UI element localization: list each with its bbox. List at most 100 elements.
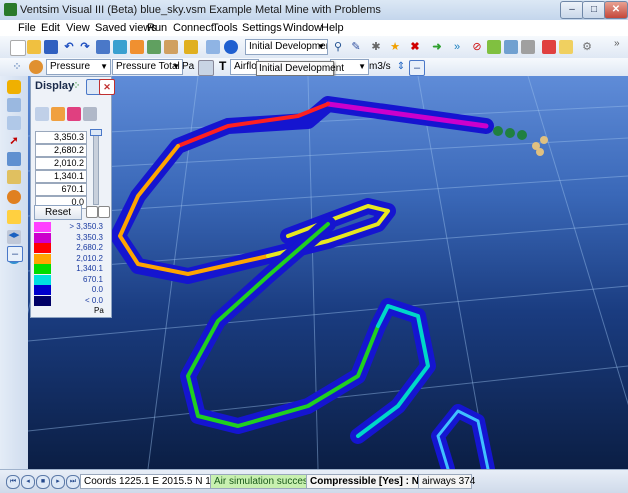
legend-row: 2,680.2 [34, 243, 106, 253]
legend-value: 670.1 [82, 274, 103, 284]
new-file-icon[interactable] [10, 40, 26, 56]
title-bar[interactable]: Ventsim Visual III (Beta) blue_sky.vsm E… [0, 0, 628, 20]
airways-count: airways 374 [418, 474, 475, 489]
close-button[interactable]: ✕ [604, 1, 628, 19]
range-slider-thumb[interactable] [90, 129, 102, 136]
legend-swatch[interactable] [34, 222, 51, 232]
fan-icon[interactable] [130, 40, 144, 54]
wrench-icon[interactable]: ✱ [369, 40, 383, 54]
legend-value: 0.0 [91, 285, 103, 294]
pencil-icon[interactable]: ✎ [349, 40, 363, 54]
range-slider-track[interactable] [93, 131, 99, 205]
range-value-2[interactable]: 2,680.2 [35, 144, 87, 157]
stop-icon[interactable]: ■ [36, 475, 50, 489]
range-value-3[interactable]: 2,010.2 [35, 157, 87, 170]
refresh-icon[interactable] [487, 40, 501, 54]
toolbar-overflow[interactable]: » [614, 38, 620, 49]
delete-icon[interactable]: ✖ [408, 40, 422, 54]
display-icon[interactable] [7, 80, 21, 94]
color-icon[interactable] [7, 190, 21, 204]
next-icon[interactable]: ▸ [51, 475, 65, 489]
text-display-icon[interactable]: T [219, 59, 226, 73]
sort-icon[interactable]: ⇕ [394, 60, 408, 74]
range-value-1[interactable]: 3,350.3 [35, 131, 87, 144]
layers-icon[interactable] [504, 40, 518, 54]
play-icon[interactable] [224, 40, 238, 54]
panel-grid-icon[interactable]: ⁘ [69, 79, 83, 93]
camera-icon[interactable] [521, 40, 535, 54]
gift-icon[interactable] [542, 40, 556, 54]
legend-swatch[interactable] [34, 232, 51, 243]
pressure-total-select[interactable]: Pressure Total R ▼ [112, 59, 183, 75]
collapse-icon[interactable]: – [409, 60, 425, 76]
legend-swatch[interactable] [34, 274, 51, 285]
menu-view[interactable]: View [66, 22, 90, 34]
legend-swatch[interactable] [34, 253, 51, 264]
heat-icon[interactable] [147, 40, 161, 54]
redo-icon[interactable]: ↷ [78, 40, 92, 54]
legend-swatch[interactable] [34, 243, 51, 253]
network-icon[interactable] [96, 40, 110, 54]
reset-button[interactable]: Reset [34, 205, 82, 220]
menu-run[interactable]: Run [147, 22, 167, 34]
menu-file[interactable]: File [18, 22, 36, 34]
panel-tab-text-icon[interactable] [83, 107, 97, 121]
menu-help[interactable]: Help [321, 22, 344, 34]
panel-tab-color-icon[interactable] [35, 107, 49, 121]
brush-icon[interactable] [7, 170, 21, 184]
cursor-icon[interactable]: ➚ [7, 134, 21, 148]
move-icon[interactable] [7, 116, 21, 130]
settings-icon[interactable]: ⚙ [580, 40, 594, 54]
prev-icon[interactable]: ◂ [21, 475, 35, 489]
panel-tab-shape-icon[interactable] [67, 107, 81, 121]
draw-icon[interactable] [184, 40, 198, 54]
first-icon[interactable]: ⏮ [6, 475, 20, 489]
minimize-panel-icon[interactable]: – [7, 246, 23, 262]
model-icon[interactable] [113, 40, 127, 54]
panel-close-icon[interactable]: ✕ [99, 79, 115, 95]
option-checkbox-2[interactable] [98, 206, 110, 218]
scenario-select[interactable]: Initial Developmen ▼ [245, 39, 328, 55]
grid-handle-icon[interactable]: ⁘ [10, 60, 24, 74]
legend-swatch[interactable] [34, 285, 51, 295]
last-icon[interactable]: ⏭ [66, 475, 80, 489]
menu-edit[interactable]: Edit [41, 22, 60, 34]
menu-settings[interactable]: Settings [242, 22, 282, 34]
select-icon[interactable] [206, 40, 220, 54]
menu-window[interactable]: Window [283, 22, 322, 34]
export-icon[interactable] [559, 40, 573, 54]
nav-arrows-icon[interactable]: ◂▸ [7, 228, 21, 242]
menu-bar: File Edit View Saved views Run Connect T… [0, 20, 628, 36]
chevron-down-icon: ▼ [100, 62, 108, 71]
range-value-4[interactable]: 1,340.1 [35, 170, 87, 183]
range-value-5[interactable]: 670.1 [35, 183, 87, 196]
fast-forward-icon[interactable]: » [450, 40, 464, 54]
legend-swatch[interactable] [34, 264, 51, 274]
undo-icon[interactable]: ↶ [62, 40, 76, 54]
simulation-status: Air simulation successful [210, 474, 323, 489]
toggle-icon[interactable] [198, 60, 214, 76]
3d-viewport[interactable] [28, 76, 628, 469]
menu-connect[interactable]: Connect [173, 22, 214, 34]
maximize-button[interactable]: □ [582, 1, 606, 19]
chevron-down-icon: ▼ [172, 62, 180, 71]
legend-swatch[interactable] [34, 295, 51, 306]
image-icon[interactable] [7, 152, 21, 166]
zoom-icon[interactable]: ⚲ [331, 40, 345, 54]
panel-tab-data-icon[interactable] [51, 107, 65, 121]
save-icon[interactable] [44, 40, 58, 54]
star-icon[interactable]: ★ [388, 40, 402, 54]
edit-icon[interactable] [164, 40, 178, 54]
minimize-button[interactable]: – [560, 1, 584, 19]
table-icon[interactable] [7, 98, 21, 112]
data-type-icon[interactable] [29, 60, 43, 74]
pressure-unit-label: Pa [182, 61, 195, 72]
stop-icon[interactable]: ⊘ [470, 40, 484, 54]
arrow-right-icon[interactable]: ➜ [430, 40, 444, 54]
pressure-select[interactable]: Pressure ▼ [46, 59, 111, 75]
airflow-select[interactable]: Airflow [230, 59, 259, 75]
menu-tools[interactable]: Tools [212, 22, 238, 34]
option-checkbox-1[interactable] [86, 206, 98, 218]
open-folder-icon[interactable] [27, 40, 41, 54]
pencil-icon[interactable] [7, 210, 21, 224]
